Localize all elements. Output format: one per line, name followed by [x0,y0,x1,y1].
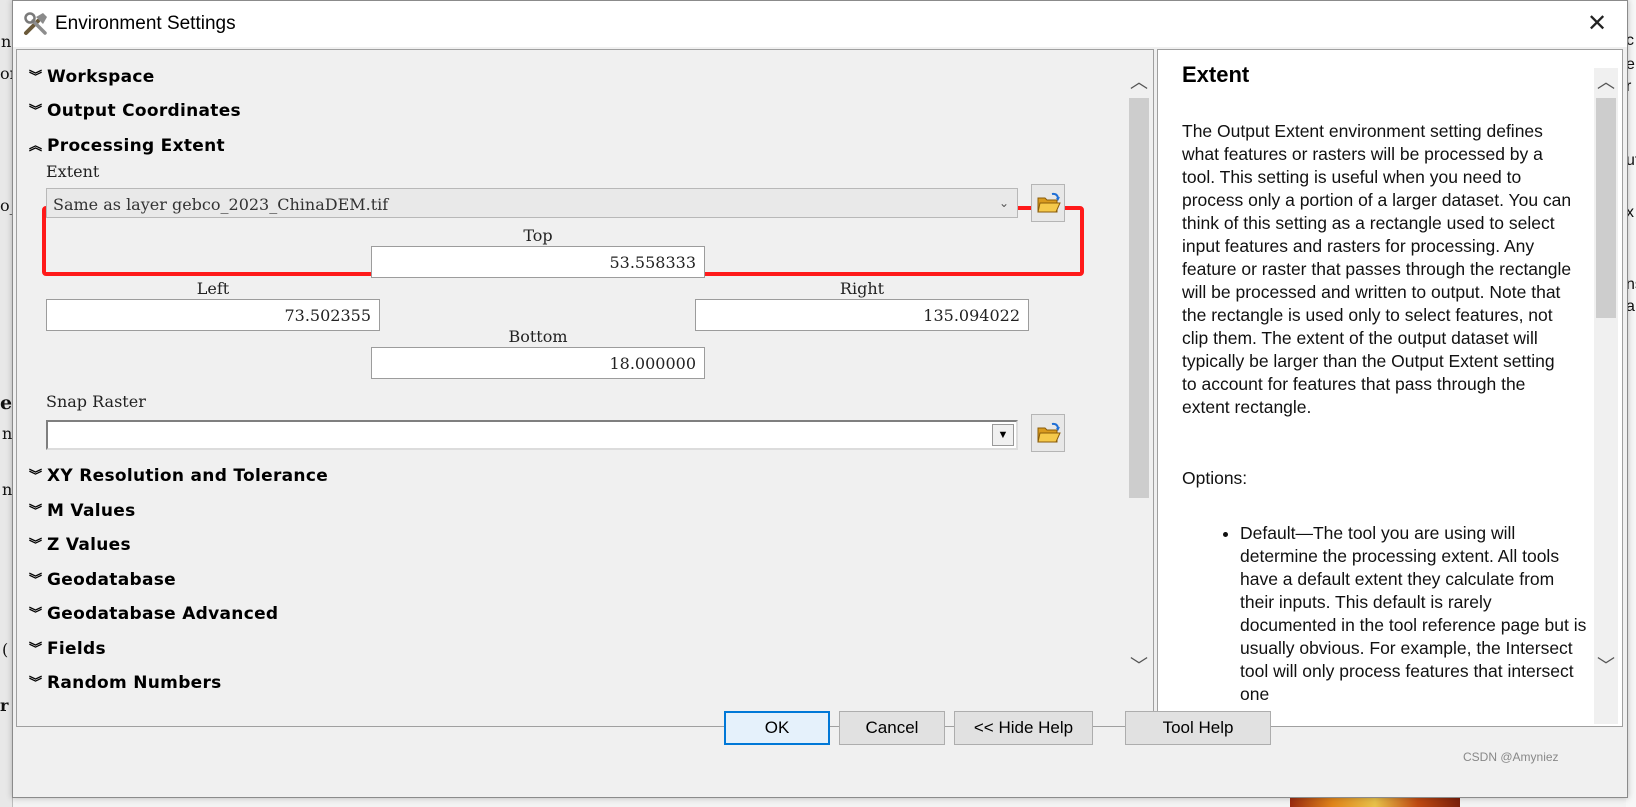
section-geodatabase[interactable]: ︾ Geodatabase [29,567,176,593]
help-options-list: Default—The tool you are using will dete… [1216,522,1590,706]
section-output-coordinates[interactable]: ︾ Output Coordinates [29,98,241,124]
extent-label: Extent [46,162,100,181]
dialog-title: Environment Settings [55,13,236,34]
right-label: Right [839,279,885,298]
section-label: Output Coordinates [47,101,241,121]
left-label: Left [196,279,230,298]
environment-settings-dialog: Environment Settings ✕ ︾ Workspace ︾ Out… [12,0,1628,798]
watermark: CSDN @Amyniez [1463,750,1559,764]
chevron-double-down-icon: ︾ [29,572,43,587]
left-input[interactable]: 73.502355 [46,299,380,331]
ok-button[interactable]: OK [724,711,830,745]
settings-pane: ︾ Workspace ︾ Output Coordinates ︽ Proce… [16,49,1154,727]
extent-dropdown-value: Same as layer gebco_2023_ChinaDEM.tif [53,195,389,214]
scrollbar-thumb[interactable] [1596,98,1616,318]
section-label: Geodatabase [47,570,176,590]
open-folder-icon [1037,422,1061,443]
section-label: Geodatabase Advanced [47,604,279,624]
section-m-values[interactable]: ︾ M Values [29,498,136,524]
title-bar[interactable]: Environment Settings ✕ [13,1,1627,47]
section-geodatabase-advanced[interactable]: ︾ Geodatabase Advanced [29,601,278,627]
background-fragment: ( [2,640,9,659]
chevron-double-down-icon: ︾ [29,675,43,690]
help-options-label: Options: [1182,468,1248,488]
section-workspace[interactable]: ︾ Workspace [29,64,155,90]
section-processing-extent[interactable]: ︽ Processing Extent [29,133,225,159]
top-input[interactable]: 53.558333 [371,246,705,278]
chevron-double-down-icon: ︾ [29,641,43,656]
chevron-double-down-icon: ︾ [29,503,43,518]
close-button[interactable]: ✕ [1581,9,1613,39]
settings-scrollbar[interactable]: ︿ ﹀ [1127,68,1151,720]
snap-raster-label: Snap Raster [46,392,146,411]
chevron-double-up-icon: ︽ [29,138,43,153]
bottom-input[interactable]: 18.000000 [371,347,705,379]
help-title: Extent [1182,62,1250,87]
chevron-double-down-icon: ︾ [29,537,43,552]
help-option-item: Default—The tool you are using will dete… [1240,522,1590,706]
scroll-down-arrow-icon[interactable]: ﹀ [1594,652,1618,678]
section-label: XY Resolution and Tolerance [47,466,329,486]
bottom-label: Bottom [508,327,568,346]
background-fragment: n [1,32,12,51]
chevron-double-down-icon: ︾ [29,69,43,84]
extent-browse-button[interactable] [1031,184,1065,222]
help-scrollbar[interactable]: ︿ ﹀ [1594,68,1618,724]
section-xy-resolution[interactable]: ︾ XY Resolution and Tolerance [29,463,328,489]
snap-raster-browse-button[interactable] [1031,414,1065,452]
background-fragment: r [0,696,9,715]
chevron-double-down-icon: ︾ [29,468,43,483]
scroll-down-arrow-icon[interactable]: ﹀ [1127,652,1151,678]
section-label: Processing Extent [47,136,225,156]
extent-dropdown[interactable]: Same as layer gebco_2023_ChinaDEM.tif ⌄ [46,188,1018,218]
chevron-double-down-icon: ︾ [29,606,43,621]
help-pane: Extent The Output Extent environment set… [1157,49,1623,727]
section-label: Fields [47,639,106,659]
section-fields[interactable]: ︾ Fields [29,636,106,662]
open-folder-icon [1037,192,1061,213]
scrollbar-thumb[interactable] [1129,98,1149,498]
scroll-up-arrow-icon[interactable]: ︿ [1127,68,1151,94]
section-label: Workspace [47,67,155,87]
section-label: Z Values [47,535,131,555]
section-label: M Values [47,501,136,521]
cancel-button[interactable]: Cancel [839,711,945,745]
right-input[interactable]: 135.094022 [695,299,1029,331]
top-label: Top [523,226,553,245]
section-z-values[interactable]: ︾ Z Values [29,532,131,558]
help-body: The Output Extent environment setting de… [1182,121,1572,417]
chevron-double-down-icon: ︾ [29,103,43,118]
section-random-numbers[interactable]: ︾ Random Numbers [29,670,222,696]
snap-raster-dropdown[interactable]: ▼ [46,420,1018,450]
chevron-down-icon: ⌄ [998,196,1009,210]
tools-icon [24,12,47,35]
hide-help-button[interactable]: << Hide Help [954,711,1093,745]
background-fragment: n [2,480,13,499]
section-label: Random Numbers [47,673,222,693]
dropdown-arrow-icon[interactable]: ▼ [992,424,1014,446]
scroll-up-arrow-icon[interactable]: ︿ [1594,68,1618,94]
tool-help-button[interactable]: Tool Help [1125,711,1271,745]
background-fragment: n [2,424,13,443]
